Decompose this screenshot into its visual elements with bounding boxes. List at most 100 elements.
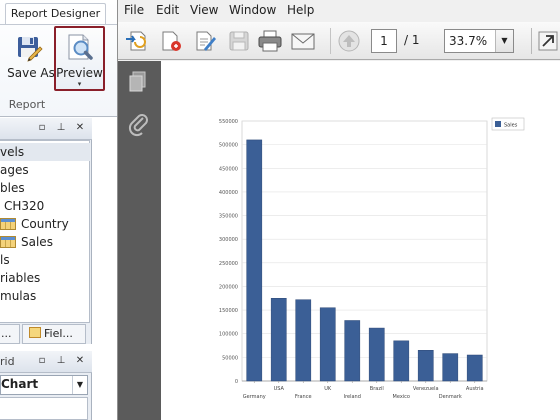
tree-item[interactable]: vels	[0, 143, 90, 161]
tab-fields[interactable]: Fiel...	[22, 324, 86, 344]
preview-icon	[68, 34, 93, 60]
ribbon-divider	[0, 24, 117, 25]
menu-edit[interactable]: Edit	[156, 3, 179, 17]
close-icon[interactable]: ✕	[74, 122, 86, 134]
bar	[417, 350, 434, 382]
navigation-pane	[118, 61, 161, 420]
email-icon[interactable]	[290, 29, 316, 53]
tree-item[interactable]: Sales	[0, 233, 53, 251]
y-tick-label: 250000	[219, 261, 238, 267]
property-grid-body	[0, 397, 88, 420]
tree-item-label: Sales	[21, 235, 53, 249]
pages-icon[interactable]	[126, 69, 152, 95]
edit-pdf-icon[interactable]	[192, 29, 218, 53]
bar	[393, 340, 410, 382]
tree-item[interactable]: riables	[0, 269, 40, 287]
fields-icon	[29, 327, 41, 338]
previous-page-icon[interactable]	[336, 29, 362, 53]
page-number-input[interactable]: 1	[371, 29, 397, 53]
close-icon[interactable]: ✕	[74, 355, 86, 367]
ribbon: Report Designer Save As Preview ▾ Report	[0, 0, 117, 117]
tree-item-label: bles	[0, 181, 25, 195]
attachment-icon[interactable]	[126, 111, 152, 137]
designer-pane: Report Designer Save As Preview ▾ Report…	[0, 0, 117, 420]
tree-item[interactable]: ages	[0, 161, 29, 179]
document-page: 550000 500000 450000 400000 350000 300000 2500…	[161, 61, 560, 420]
pdf-viewer: File Edit View Window Help 1 / 1 33.7% ▼…	[117, 0, 560, 420]
menu-view[interactable]: View	[190, 3, 218, 17]
zoom-select[interactable]: 33.7% ▼	[444, 29, 514, 53]
menu-help[interactable]: Help	[287, 3, 314, 17]
save-as-label: Save As	[7, 66, 55, 80]
y-tick-label: 400000	[219, 190, 238, 196]
tree-item[interactable]: ls	[0, 251, 10, 269]
x-tick-label: UK	[324, 386, 332, 392]
tree-item[interactable]: Country	[0, 215, 69, 233]
table-icon	[0, 236, 16, 248]
expand-button[interactable]	[531, 28, 560, 54]
property-grid-header: rid ▫ ⊥ ✕	[0, 351, 92, 373]
x-tick-label: USA	[274, 386, 285, 392]
y-tick-label: 0	[235, 379, 238, 385]
zoom-value: 33.7%	[449, 34, 488, 48]
pin-icon[interactable]: ⊥	[55, 355, 67, 367]
dictionary-tabs: ... Fiel...	[0, 324, 92, 344]
tree-item-label: vels	[0, 145, 25, 159]
sales-bar-chart: 5500005000004500004000003500003000002500…	[219, 117, 525, 400]
tree-item[interactable]: CH320	[4, 197, 44, 215]
expand-icon	[538, 31, 558, 51]
print-icon[interactable]	[257, 29, 283, 53]
legend-swatch	[495, 121, 501, 127]
preview-dropdown-arrow[interactable]: ▾	[56, 80, 103, 88]
tab-fields-label: Fiel...	[44, 327, 73, 340]
menu-window[interactable]: Window	[229, 3, 276, 17]
save-icon[interactable]	[226, 29, 252, 53]
open-file-icon[interactable]	[124, 29, 150, 53]
y-tick-label: 100000	[219, 332, 238, 338]
x-tick-label: Germany	[243, 394, 266, 400]
tree-item-label: Country	[21, 217, 69, 231]
x-tick-label: Venezuela	[413, 386, 439, 392]
tree-item[interactable]: bles	[0, 179, 25, 197]
pin-icon[interactable]: ⊥	[55, 122, 67, 134]
tree-item[interactable]: mulas	[0, 287, 36, 305]
preview-label: Preview	[56, 66, 103, 80]
component-select[interactable]: Chart ▼	[0, 375, 88, 395]
ribbon-tab-report-designer[interactable]: Report Designer	[5, 3, 106, 25]
y-tick-label: 150000	[219, 308, 238, 314]
y-tick-label: 200000	[219, 284, 238, 290]
minimize-icon[interactable]: ▫	[36, 122, 48, 134]
y-tick-label: 50000	[222, 355, 238, 361]
bar	[442, 353, 459, 382]
tab-dictionary[interactable]: ...	[0, 324, 20, 344]
y-tick-label: 500000	[219, 143, 238, 149]
x-tick-label: Austria	[466, 386, 484, 392]
x-axis-ticks: Germany USA France UK Ireland Brazil MexicoVen…	[243, 381, 484, 400]
x-tick-label: Brazil	[370, 386, 384, 392]
y-tick-label: 550000	[219, 119, 238, 125]
component-select-value: Chart	[1, 377, 39, 391]
bar	[368, 327, 385, 382]
menu-file[interactable]: File	[124, 3, 144, 17]
bar	[466, 354, 483, 382]
chart-legend: Sales	[491, 117, 525, 131]
chevron-down-icon[interactable]: ▼	[495, 30, 513, 52]
minimize-icon[interactable]: ▫	[36, 355, 48, 367]
create-pdf-icon[interactable]	[158, 29, 184, 53]
dictionary-panel: ▫ ⊥ ✕ vels ages bles CH320 Country Sales…	[0, 118, 92, 344]
tree-item-label: ls	[0, 253, 10, 267]
preview-button[interactable]: Preview ▾	[54, 26, 105, 91]
save-as-button[interactable]: Save As	[6, 30, 55, 86]
bar	[319, 307, 336, 382]
x-tick-label: Mexico	[393, 394, 410, 400]
property-grid-title: rid	[0, 355, 15, 368]
bar	[246, 139, 263, 382]
y-tick-label: 450000	[219, 166, 238, 172]
y-tick-label: 300000	[219, 237, 238, 243]
dictionary-panel-header: ▫ ⊥ ✕	[0, 118, 92, 140]
tree-item-label: CH320	[4, 199, 45, 213]
bar	[344, 320, 361, 382]
y-axis-ticks: 5500005000004500004000003500003000002500…	[219, 119, 238, 385]
tree-item-label: riables	[0, 271, 41, 285]
chevron-down-icon[interactable]: ▼	[72, 376, 87, 394]
